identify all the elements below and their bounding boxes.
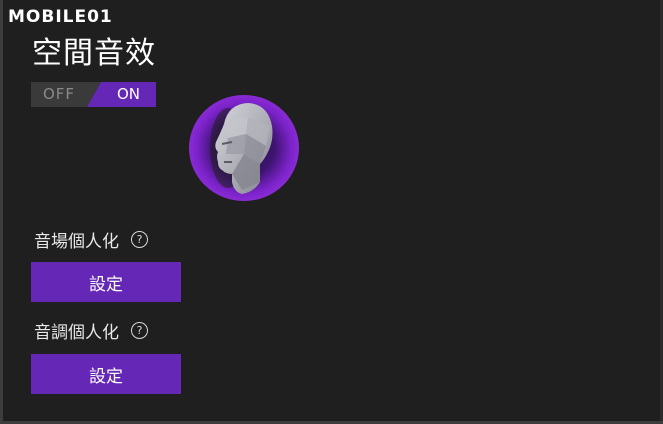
section-label-text: 音調個人化	[34, 323, 119, 343]
toggle-on-label: ON	[117, 85, 141, 103]
question-circle-icon[interactable]: ?	[131, 322, 148, 339]
section-label-text: 音場個人化	[34, 232, 119, 252]
watermark: MOBILE01	[8, 4, 113, 30]
toggle-off-label: OFF	[43, 85, 76, 103]
question-circle-icon[interactable]: ?	[131, 231, 148, 248]
tone-personalization-label: 音調個人化 ?	[34, 318, 148, 343]
spatial-audio-toggle[interactable]: OFF ON	[31, 82, 156, 107]
window-frame-left	[0, 0, 3, 424]
soundfield-personalization-label: 音場個人化 ?	[34, 227, 148, 252]
watermark-text: MOBILE01	[8, 7, 113, 27]
soundfield-settings-button[interactable]: 設定	[31, 262, 181, 302]
page-title: 空間音效	[32, 36, 156, 71]
tone-settings-button[interactable]: 設定	[31, 354, 181, 394]
3d-head-icon	[188, 94, 300, 202]
